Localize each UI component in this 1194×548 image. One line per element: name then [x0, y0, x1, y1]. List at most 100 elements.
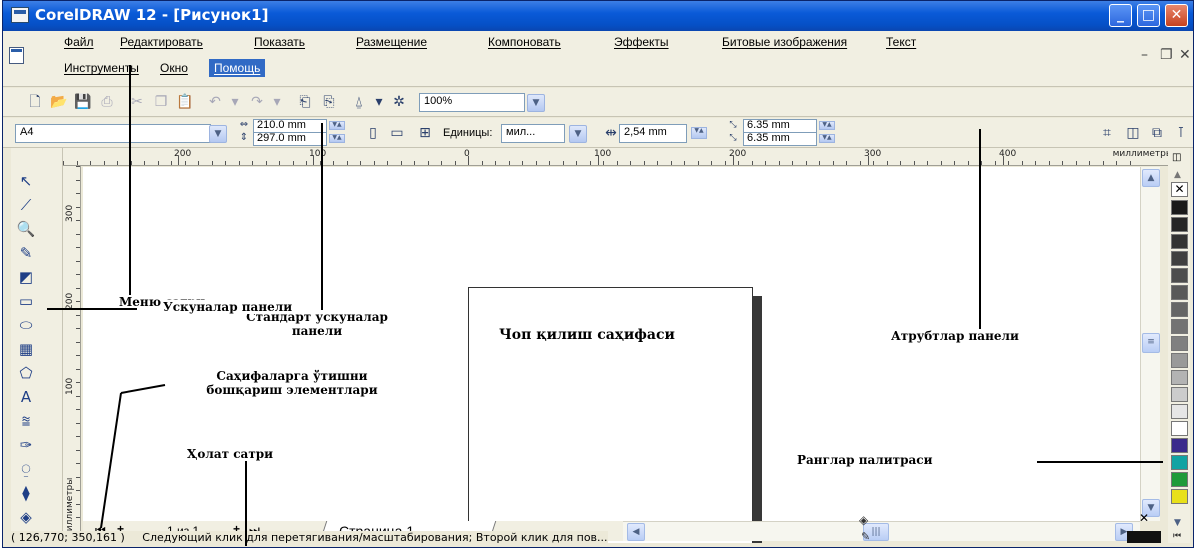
mdi-minimize-button[interactable]: –	[1141, 47, 1148, 63]
launcher-dropdown-icon[interactable]: ▾	[369, 92, 389, 112]
app-icon[interactable]	[11, 7, 29, 23]
color-swatch[interactable]	[1171, 251, 1188, 266]
undo-icon[interactable]: ↶	[205, 92, 225, 112]
color-swatch[interactable]	[1171, 387, 1188, 402]
palette-scroll-down-icon[interactable]: ▼	[1174, 518, 1181, 528]
interactive-blend-tool-icon[interactable]: ⩰	[15, 410, 37, 432]
palette-options-icon[interactable]: ◫	[1172, 152, 1181, 163]
scroll-up-icon[interactable]: ▲	[1142, 169, 1160, 187]
color-swatch[interactable]	[1171, 455, 1188, 470]
color-swatch[interactable]	[1171, 302, 1188, 317]
all-pages-icon[interactable]: ⊞	[415, 123, 435, 143]
outline-indicator-icon[interactable]: ✎	[861, 530, 870, 543]
dup-x-spin-icon[interactable]: ▼▲	[819, 121, 835, 130]
eyedropper-tool-icon[interactable]: ✑	[15, 434, 37, 456]
mdi-close-button[interactable]: ✕	[1179, 47, 1191, 63]
paste-icon[interactable]: 📋	[175, 92, 195, 112]
vertical-scroll-thumb[interactable]: ≡	[1142, 333, 1160, 353]
snap-objects-icon[interactable]: ⧉	[1147, 123, 1167, 143]
grid-snap-icon[interactable]: ⌗	[1097, 123, 1117, 143]
basic-shapes-tool-icon[interactable]: ⬠	[15, 362, 37, 384]
color-swatch[interactable]	[1171, 438, 1188, 453]
zoom-dropdown-icon[interactable]: ▼	[527, 94, 545, 112]
pick-tool-icon[interactable]: ↖	[15, 170, 37, 192]
menu-window[interactable]: Окно	[155, 59, 193, 77]
color-swatch[interactable]	[1171, 217, 1188, 232]
units-dropdown-icon[interactable]: ▼	[569, 125, 587, 143]
width-spin-icon[interactable]: ▼▲	[329, 121, 345, 130]
landscape-icon[interactable]: ▭	[387, 123, 407, 143]
no-color-swatch[interactable]: ✕	[1171, 182, 1188, 197]
units-select[interactable]: мил...	[501, 124, 565, 143]
undo-dropdown-icon[interactable]: ▾	[225, 92, 245, 112]
rectangle-tool-icon[interactable]: ▭	[15, 290, 37, 312]
color-swatch[interactable]	[1171, 472, 1188, 487]
menu-arrange[interactable]: Компоновать	[483, 33, 566, 51]
outline-tool-icon[interactable]: ⍜	[15, 458, 37, 480]
options-icon[interactable]: ⊺	[1171, 123, 1191, 143]
color-swatch[interactable]	[1171, 353, 1188, 368]
horizontal-ruler[interactable]: 200 100 0 100 200 300 400 миллиметры	[63, 148, 1177, 166]
palette-scroll-up-icon[interactable]: ▲	[1174, 170, 1181, 180]
dup-y-spin-icon[interactable]: ▼▲	[819, 134, 835, 143]
paper-size-dropdown-icon[interactable]: ▼	[209, 125, 227, 143]
application-launcher-icon[interactable]: ⍙	[349, 92, 369, 112]
redo-dropdown-icon[interactable]: ▾	[267, 92, 287, 112]
menu-text[interactable]: Текст	[881, 33, 921, 51]
interactive-fill-tool-icon[interactable]: ◈	[15, 506, 37, 528]
paper-size-select[interactable]: A4	[15, 124, 211, 143]
color-swatch[interactable]	[1171, 285, 1188, 300]
vertical-scrollbar[interactable]: ▲ ≡ ▼	[1140, 167, 1160, 521]
new-document-icon[interactable]: 🗋	[25, 92, 45, 112]
print-icon[interactable]: ⎙	[97, 92, 117, 112]
ellipse-tool-icon[interactable]: ⬭	[15, 314, 37, 336]
nudge-distance-field[interactable]: 2,54 mm	[619, 124, 687, 143]
minimize-button[interactable]: _	[1109, 4, 1132, 27]
color-swatch[interactable]	[1171, 319, 1188, 334]
duplicate-y-field[interactable]: 6.35 mm	[743, 132, 817, 146]
horizontal-scrollbar[interactable]: ◀ ||| ▶	[623, 521, 1140, 541]
color-swatch[interactable]	[1171, 336, 1188, 351]
color-swatch[interactable]	[1171, 268, 1188, 283]
mdi-restore-button[interactable]: ❐	[1160, 47, 1173, 63]
import-icon[interactable]: ⎗	[295, 92, 315, 112]
duplicate-x-field[interactable]: 6.35 mm	[743, 119, 817, 133]
export-icon[interactable]: ⎘	[319, 92, 339, 112]
menu-file[interactable]: Файл	[59, 33, 99, 51]
save-icon[interactable]: 💾	[73, 92, 93, 112]
menu-tools[interactable]: Инструменты	[59, 59, 144, 77]
zoom-level-field[interactable]: 100%	[419, 93, 525, 112]
graph-paper-tool-icon[interactable]: ▦	[15, 338, 37, 360]
fill-indicator-icon[interactable]: ◈	[859, 513, 868, 527]
freehand-tool-icon[interactable]: ✎	[15, 242, 37, 264]
fill-none-icon[interactable]: ✕	[1127, 511, 1161, 525]
copy-icon[interactable]: ❐	[151, 92, 171, 112]
paper-width-field[interactable]: 210.0 mm	[253, 119, 327, 133]
vertical-ruler[interactable]: 300 200 100 миллиметры	[63, 166, 81, 545]
color-swatch[interactable]	[1171, 234, 1188, 249]
snap-guides-icon[interactable]: ◫	[1123, 123, 1143, 143]
height-spin-icon[interactable]: ▼▲	[329, 134, 345, 143]
palette-expand-icon[interactable]: ⏮	[1173, 531, 1181, 541]
maximize-button[interactable]: □	[1137, 4, 1160, 27]
menu-view[interactable]: Показать	[249, 33, 310, 51]
portrait-icon[interactable]: ▯	[363, 123, 383, 143]
zoom-tool-icon[interactable]: 🔍	[15, 218, 37, 240]
scroll-left-icon[interactable]: ◀	[627, 523, 645, 541]
smart-fill-tool-icon[interactable]: ◩	[15, 266, 37, 288]
menu-help[interactable]: Помощь	[209, 59, 266, 77]
menu-layout[interactable]: Размещение	[351, 33, 432, 51]
open-folder-icon[interactable]: 📂	[49, 92, 69, 112]
corel-online-icon[interactable]: ✲	[389, 92, 409, 112]
close-button[interactable]: ✕	[1165, 4, 1188, 27]
color-swatch[interactable]	[1171, 489, 1188, 504]
color-swatch[interactable]	[1171, 421, 1188, 436]
text-tool-icon[interactable]: A	[15, 386, 37, 408]
document-icon[interactable]	[9, 47, 24, 64]
menu-bitmaps[interactable]: Битовые изображения	[717, 33, 852, 51]
menu-effects[interactable]: Эффекты	[609, 33, 674, 51]
paper-height-field[interactable]: 297.0 mm	[253, 132, 327, 146]
outline-color-swatch[interactable]	[1127, 531, 1161, 543]
shape-tool-icon[interactable]: ⟋	[15, 194, 37, 216]
redo-icon[interactable]: ↷	[247, 92, 267, 112]
